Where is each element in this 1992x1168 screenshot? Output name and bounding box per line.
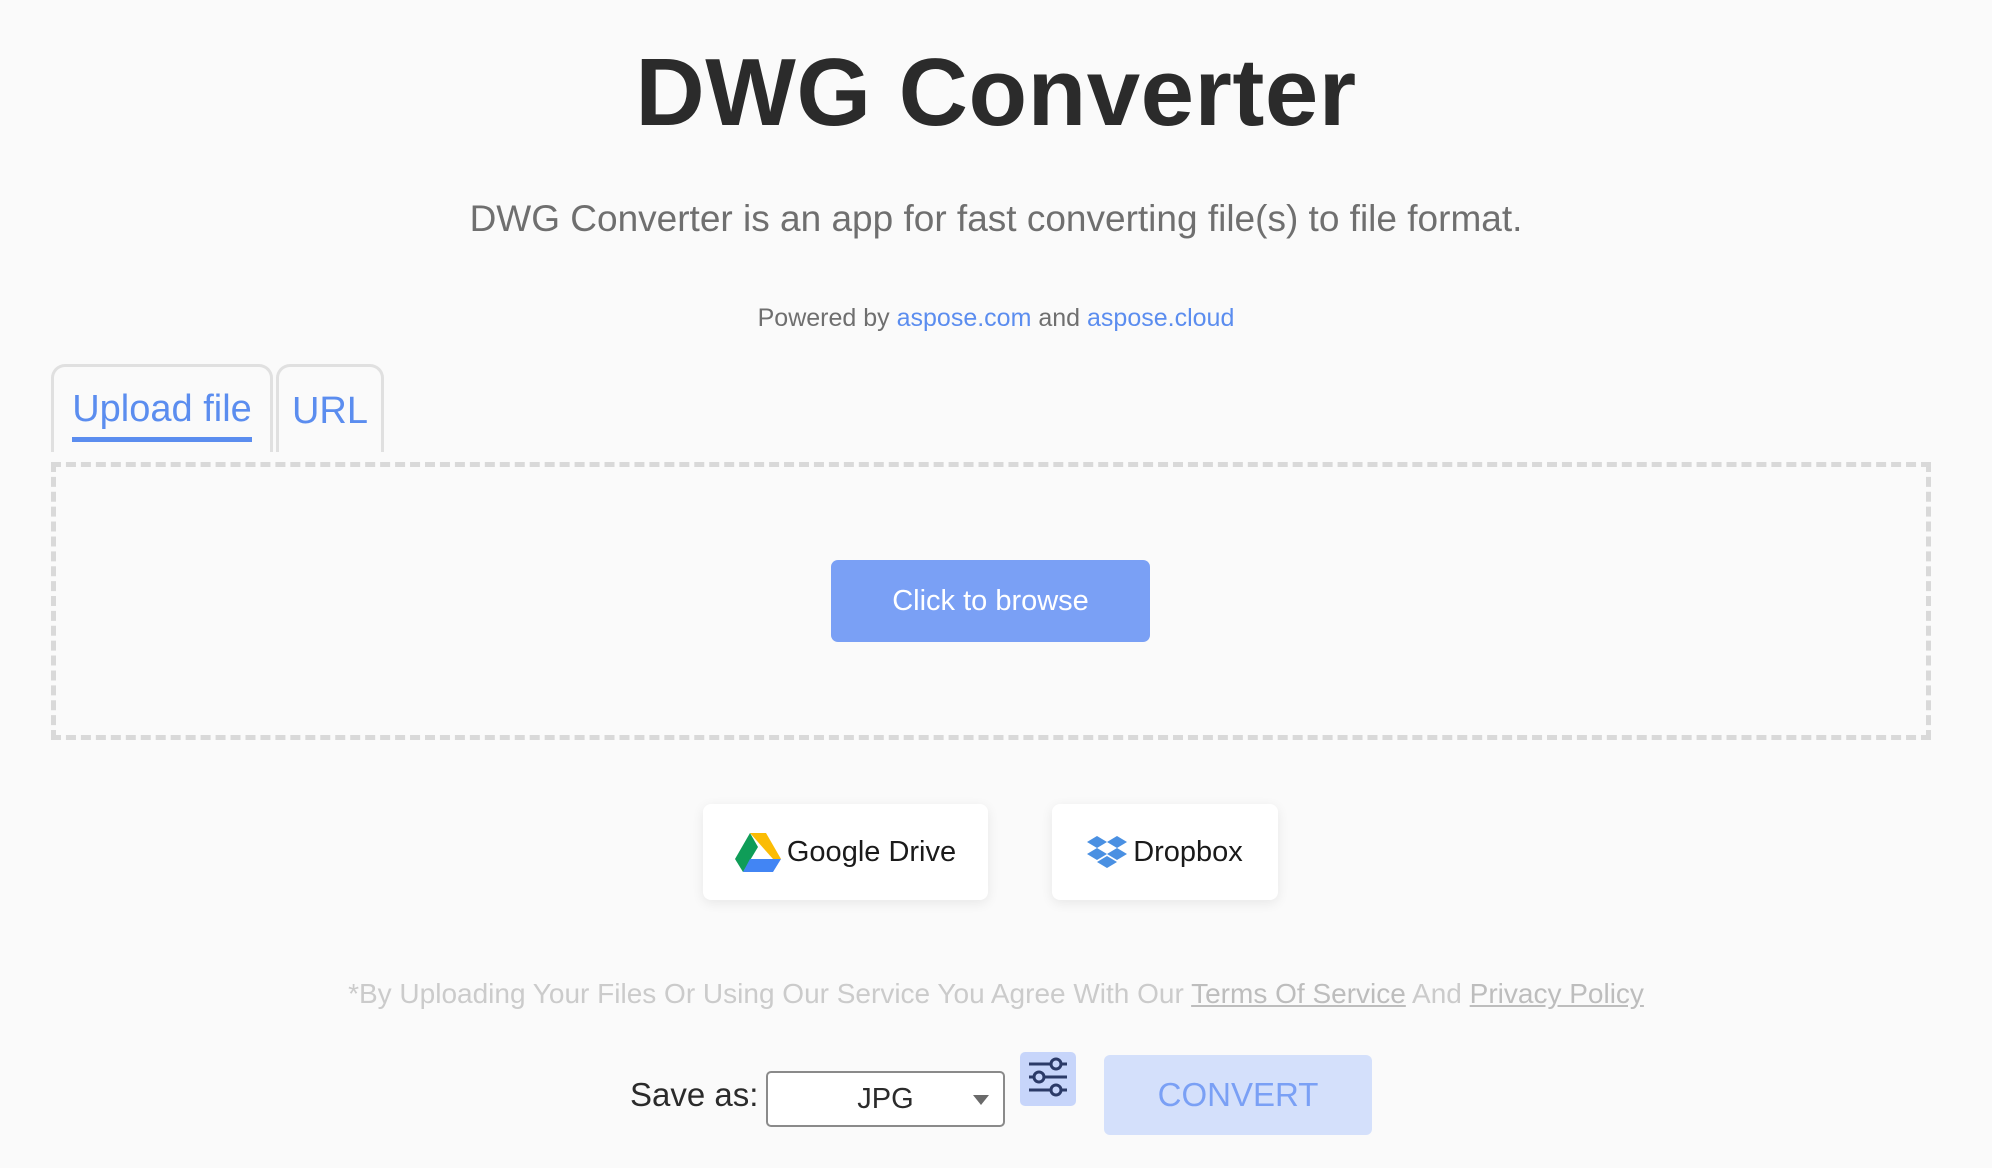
powered-by: Powered by aspose.com and aspose.cloud (0, 304, 1992, 333)
google-drive-icon (734, 832, 781, 872)
sliders-icon (1026, 1056, 1070, 1103)
terms-notice: *By Uploading Your Files Or Using Our Se… (0, 978, 1992, 1010)
chevron-down-icon (973, 1095, 989, 1105)
converter-page: DWG Converter DWG Converter is an app fo… (0, 0, 1992, 1168)
aspose-com-link[interactable]: aspose.com (897, 304, 1032, 332)
settings-button[interactable] (1020, 1052, 1076, 1106)
convert-button[interactable]: CONVERT (1104, 1055, 1372, 1135)
dropbox-button[interactable]: Dropbox (1052, 804, 1278, 900)
google-drive-label: Google Drive (786, 835, 957, 868)
terms-of-service-link[interactable]: Terms Of Service (1191, 978, 1406, 1009)
google-drive-button[interactable]: Google Drive (703, 804, 988, 900)
browse-button[interactable]: Click to browse (831, 560, 1150, 642)
page-subtitle: DWG Converter is an app for fast convert… (469, 198, 1523, 239)
aspose-cloud-link[interactable]: aspose.cloud (1087, 304, 1234, 332)
privacy-policy-link[interactable]: Privacy Policy (1470, 978, 1644, 1009)
tab-upload-file[interactable]: Upload file (51, 364, 273, 452)
powered-by-and: and (1038, 304, 1081, 332)
terms-prefix: *By Uploading Your Files Or Using Our Se… (348, 978, 1184, 1009)
dropbox-label: Dropbox (1133, 835, 1243, 868)
selected-format: JPG (857, 1082, 914, 1115)
tab-upload-file-label: Upload file (72, 388, 252, 442)
powered-by-prefix: Powered by (757, 304, 890, 332)
terms-and: And (1412, 978, 1462, 1009)
dropbox-icon (1087, 834, 1128, 870)
tab-url-label: URL (291, 390, 369, 432)
page-title: DWG Converter (635, 39, 1357, 146)
save-as-label: Save as: (630, 1076, 759, 1113)
tab-url[interactable]: URL (276, 364, 384, 452)
source-tabs: Upload file URL (51, 364, 384, 452)
output-format-select[interactable]: JPG (766, 1071, 1005, 1127)
